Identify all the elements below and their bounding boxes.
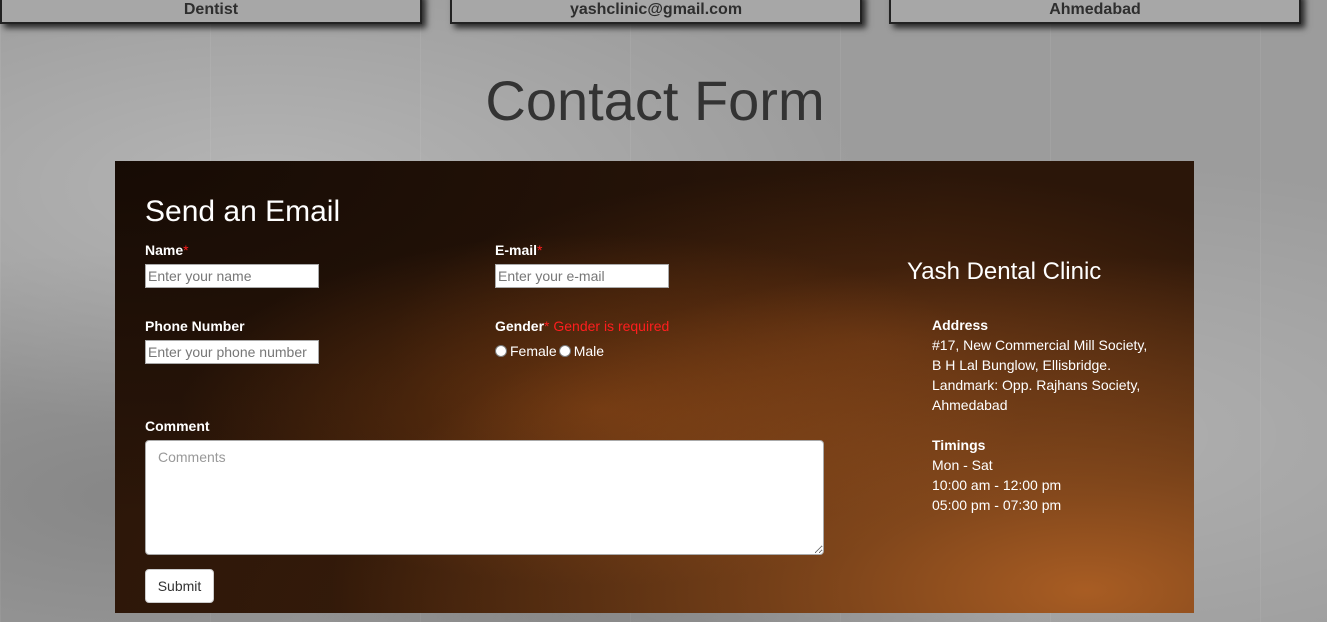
gender-label: Gender* Gender is required xyxy=(495,318,669,334)
phone-label: Phone Number xyxy=(145,318,245,334)
male-label[interactable]: Male xyxy=(574,343,604,359)
timings-title: Timings xyxy=(932,437,986,453)
comment-label-text: Comment xyxy=(145,418,210,434)
email-input[interactable] xyxy=(495,264,669,288)
timings-line: 10:00 am - 12:00 pm xyxy=(932,477,1062,493)
male-radio[interactable] xyxy=(558,345,571,357)
timings-line: Mon - Sat xyxy=(932,457,993,473)
email-label: E-mail* xyxy=(495,242,542,258)
form-heading: Send an Email xyxy=(145,195,341,228)
gender-error-message: Gender is required xyxy=(553,318,670,334)
timings-line: 05:00 pm - 07:30 pm xyxy=(932,497,1062,513)
comment-label: Comment xyxy=(145,418,210,434)
phone-input[interactable] xyxy=(145,340,319,364)
submit-button[interactable]: Submit xyxy=(145,569,214,603)
phone-label-text: Phone Number xyxy=(145,318,245,334)
email-box: yashclinic@gmail.com xyxy=(450,0,862,24)
clinic-name: Yash Dental Clinic xyxy=(907,258,1102,285)
page-title: Contact Form xyxy=(485,69,825,132)
name-required-mark: * xyxy=(183,242,189,258)
female-radio[interactable] xyxy=(495,345,507,357)
comment-textarea[interactable] xyxy=(145,440,824,555)
email-label-text: E-mail xyxy=(495,242,538,258)
email-required-mark: * xyxy=(537,242,543,258)
name-label: Name* xyxy=(145,242,189,258)
address-line: Landmark: Opp. Rajhans Society, xyxy=(932,377,1141,393)
gender-required-mark: * xyxy=(544,318,550,334)
address-line: #17, New Commercial Mill Society, xyxy=(932,337,1148,353)
city-text: Ahmedabad xyxy=(1049,1,1141,18)
gender-options: Female Male xyxy=(495,343,606,359)
profession-box: Dentist xyxy=(0,0,422,24)
address-line: Ahmedabad xyxy=(932,397,1008,413)
timings-block: Timings Mon - Sat 10:00 am - 12:00 pm 05… xyxy=(932,435,1061,515)
profession-text: Dentist xyxy=(183,1,239,18)
name-input[interactable] xyxy=(145,264,319,288)
email-text: yashclinic@gmail.com xyxy=(569,1,743,18)
address-block: Address #17, New Commercial Mill Society… xyxy=(932,315,1147,415)
city-box: Ahmedabad xyxy=(889,0,1301,24)
contact-panel: Send an Email Name* E-mail* Phone Number… xyxy=(115,161,1194,613)
address-title: Address xyxy=(932,317,989,333)
address-line: B H Lal Bunglow, Ellisbridge. xyxy=(932,357,1111,373)
female-label[interactable]: Female xyxy=(510,343,557,359)
gender-label-text: Gender xyxy=(495,318,545,334)
name-label-text: Name xyxy=(145,242,184,258)
